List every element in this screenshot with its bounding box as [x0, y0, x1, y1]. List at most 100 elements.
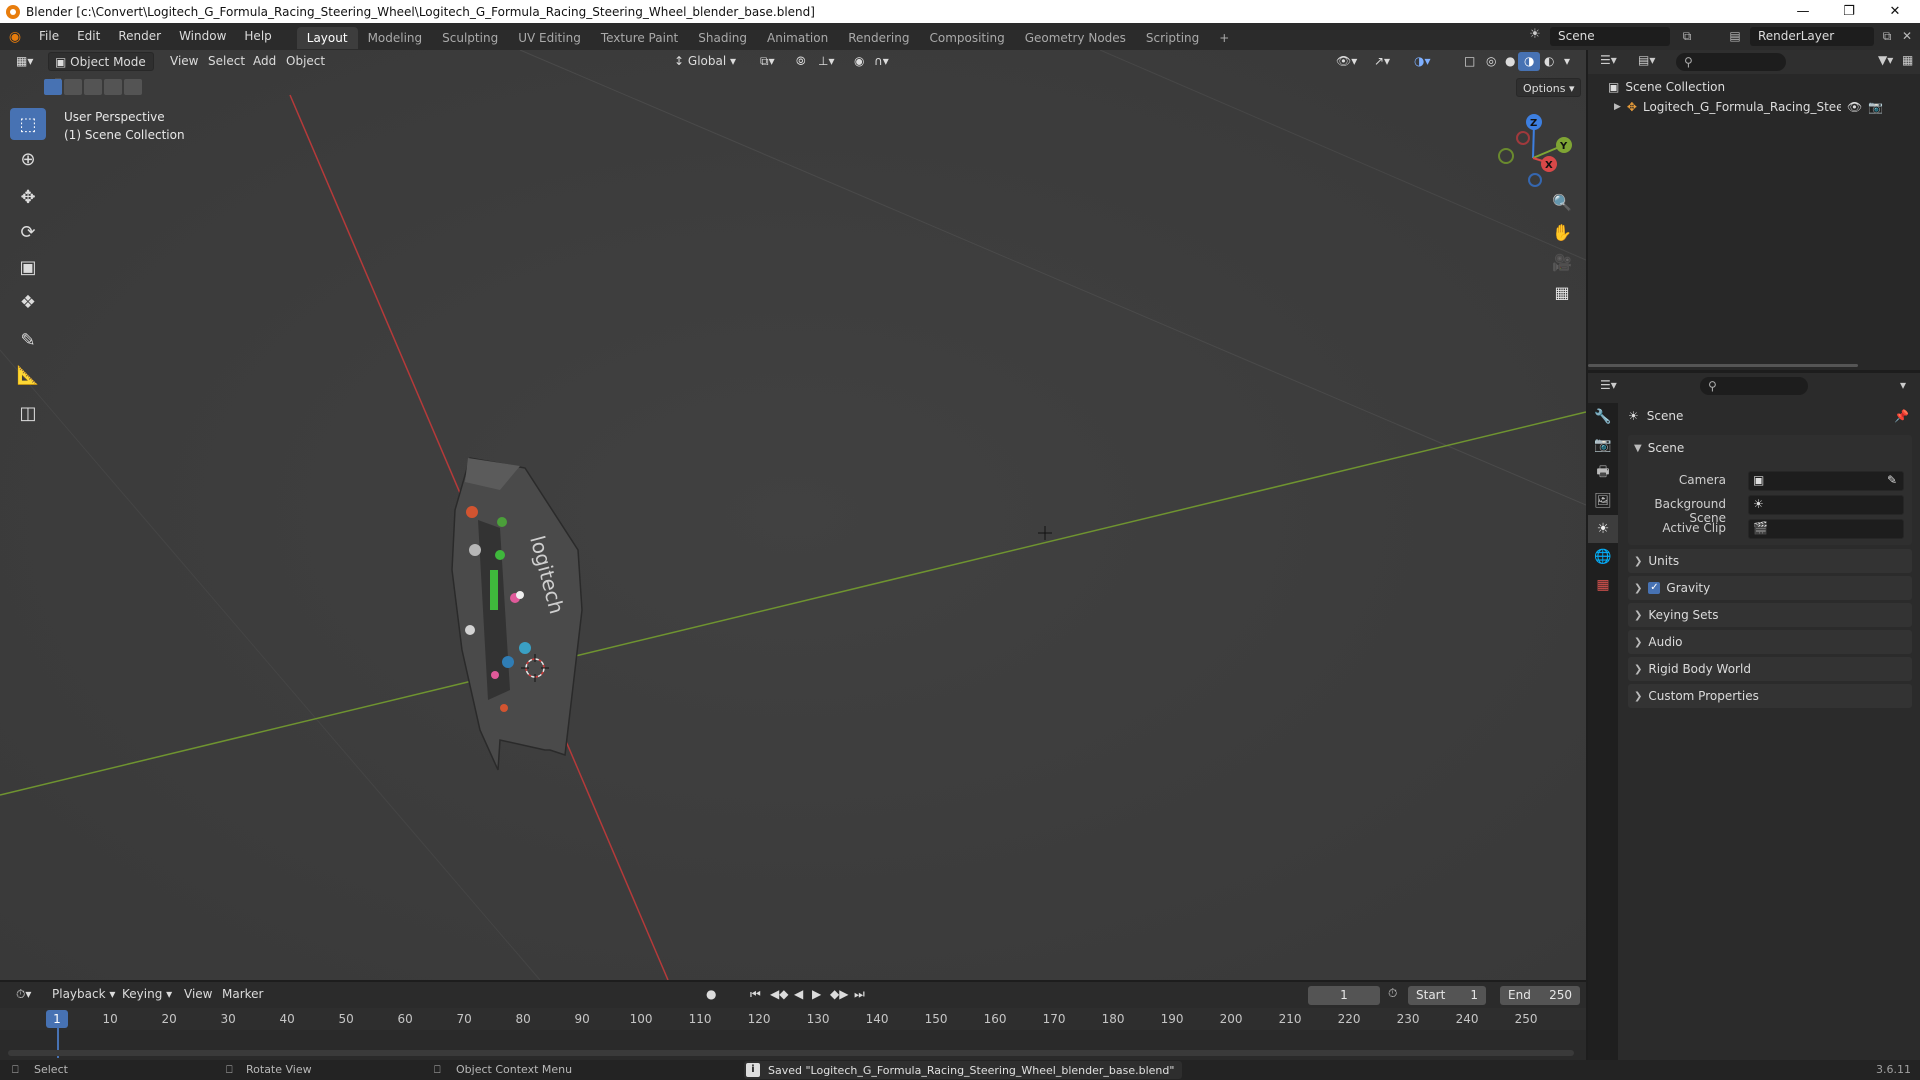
tab-compositing[interactable]: Compositing: [919, 27, 1014, 49]
proportional-falloff-icon[interactable]: ∩▾: [868, 52, 895, 71]
properties-options-icon[interactable]: ▾: [1900, 378, 1906, 392]
tab-animation[interactable]: Animation: [757, 27, 838, 49]
viewport-menu-add[interactable]: Add: [247, 52, 282, 71]
view-layer-icon[interactable]: ▤: [1724, 27, 1746, 46]
select-invert-icon[interactable]: [104, 79, 122, 95]
shading-options-icon[interactable]: ▾: [1558, 52, 1576, 71]
texture-tab-icon[interactable]: ▦: [1588, 571, 1618, 599]
audio-panel-header[interactable]: ❯ Audio: [1628, 630, 1912, 654]
tab-geometry-nodes[interactable]: Geometry Nodes: [1015, 27, 1136, 49]
scale-tool[interactable]: ▣: [10, 251, 46, 283]
menu-window[interactable]: Window: [170, 23, 235, 50]
render-layer-field[interactable]: RenderLayer: [1750, 27, 1874, 46]
new-view-layer-icon[interactable]: ⧉: [1878, 27, 1896, 46]
timeline-menu-playback[interactable]: Playback ▾: [46, 985, 121, 1004]
xray-toggle-icon[interactable]: □: [1458, 52, 1481, 71]
minimize-button[interactable]: —: [1780, 0, 1826, 23]
render-tab-icon[interactable]: 📷: [1588, 431, 1618, 459]
timeline-editor-type-icon[interactable]: ⏱▾: [10, 985, 37, 1004]
select-intersect-icon[interactable]: [124, 79, 142, 95]
transform-tool[interactable]: ❖: [10, 286, 46, 318]
add-workspace-icon[interactable]: +: [1209, 27, 1239, 49]
render-camera-icon[interactable]: 📷: [1868, 100, 1883, 114]
use-preview-range-icon[interactable]: ⏱: [1388, 986, 1397, 1001]
restore-button[interactable]: ❐: [1826, 0, 1872, 23]
gizmo-toggle-icon[interactable]: ↗▾: [1368, 52, 1396, 71]
tab-sculpting[interactable]: Sculpting: [432, 27, 508, 49]
background-scene-field[interactable]: ☀: [1748, 495, 1904, 515]
new-scene-icon[interactable]: ⧉: [1676, 27, 1698, 46]
world-tab-icon[interactable]: 🌐: [1588, 543, 1618, 571]
timeline-scrollbar[interactable]: [8, 1050, 1574, 1056]
timeline-menu-keying[interactable]: Keying ▾: [116, 985, 178, 1004]
tab-scripting[interactable]: Scripting: [1136, 27, 1209, 49]
end-frame-field[interactable]: End 250: [1500, 986, 1580, 1005]
rigid-body-world-panel-header[interactable]: ❯ Rigid Body World: [1628, 657, 1912, 681]
timeline-menu-marker[interactable]: Marker: [216, 985, 269, 1004]
outliner-item[interactable]: ▶ ✥ Logitech_G_Formula_Racing_Steering_V…: [1614, 100, 1914, 114]
timeline-area[interactable]: 10 20 30 40 50 60 70 80 90 100 110 120 130 140 150 160 1…: [0, 1008, 1586, 1060]
pan-view-icon[interactable]: ✋: [1548, 218, 1576, 246]
transform-orientation-dropdown[interactable]: ↕ Global ▾: [668, 52, 746, 71]
keying-sets-panel-header[interactable]: ❯ Keying Sets: [1628, 603, 1912, 627]
3d-viewport[interactable]: logitech Z Y X ▦▾ ▣ Object Mode View Sel…: [0, 50, 1586, 980]
measure-tool[interactable]: 📐: [10, 359, 46, 391]
tab-shading[interactable]: Shading: [688, 27, 757, 49]
select-subtract-icon[interactable]: [84, 79, 102, 95]
current-frame-field[interactable]: 1: [1308, 986, 1380, 1005]
pivot-point-icon[interactable]: ⧉▾: [754, 52, 781, 71]
units-panel-header[interactable]: ❯ Units: [1628, 549, 1912, 573]
snap-target-icon[interactable]: ⊥▾: [812, 52, 840, 71]
remove-view-layer-icon[interactable]: ✕: [1898, 27, 1916, 46]
start-frame-field[interactable]: Start 1: [1408, 986, 1486, 1005]
active-clip-field[interactable]: 🎬: [1748, 519, 1904, 539]
viewport-options-button[interactable]: Options ▾: [1516, 78, 1582, 97]
playhead-frame-indicator[interactable]: 1: [46, 1010, 68, 1028]
menu-file[interactable]: File: [30, 23, 68, 50]
tab-uv-editing[interactable]: UV Editing: [508, 27, 591, 49]
jump-to-end-icon[interactable]: ⏭: [848, 985, 871, 1004]
properties-editor-type-icon[interactable]: ☰▾: [1600, 378, 1617, 392]
outliner-display-mode-icon[interactable]: ▤▾: [1638, 53, 1655, 67]
outliner-editor-type-icon[interactable]: ☰▾: [1600, 53, 1617, 67]
pin-icon[interactable]: 📌: [1894, 409, 1909, 423]
annotate-tool[interactable]: ✎: [10, 324, 46, 356]
snap-toggle-icon[interactable]: ⦾: [790, 52, 812, 71]
visibility-selectability-icon[interactable]: 👁▾: [1330, 52, 1363, 71]
expand-arrow-icon[interactable]: ▶: [1614, 102, 1621, 112]
object-mode-dropdown[interactable]: ▣ Object Mode ▾: [48, 52, 154, 88]
rotate-tool[interactable]: ⟳: [10, 216, 46, 248]
gravity-panel-header[interactable]: ❯ ✓ Gravity: [1628, 576, 1912, 600]
viewport-menu-select[interactable]: Select: [202, 52, 251, 71]
scene-panel-header[interactable]: ▼ Scene: [1628, 435, 1912, 461]
blender-menu-icon[interactable]: ◉: [0, 29, 30, 45]
viewport-menu-object[interactable]: Object: [280, 52, 331, 71]
camera-view-icon[interactable]: 🎥: [1548, 248, 1576, 276]
viewport-menu-view[interactable]: View: [164, 52, 204, 71]
editor-type-icon[interactable]: ▦▾: [10, 52, 42, 71]
select-new-icon[interactable]: [44, 79, 62, 95]
tab-texture-paint[interactable]: Texture Paint: [591, 27, 688, 49]
menu-help[interactable]: Help: [235, 23, 280, 50]
gravity-checkbox[interactable]: ✓: [1648, 582, 1661, 594]
timeline-menu-view[interactable]: View: [178, 985, 218, 1004]
perspective-toggle-icon[interactable]: ▦: [1548, 278, 1576, 306]
outliner-filter-icon[interactable]: ▼▾: [1878, 53, 1893, 67]
new-collection-icon[interactable]: ▦: [1902, 53, 1913, 67]
scene-name-field[interactable]: Scene: [1550, 27, 1670, 46]
cursor-tool[interactable]: ⊕: [10, 143, 46, 175]
outliner-search-input[interactable]: ⚲: [1676, 53, 1786, 71]
menu-edit[interactable]: Edit: [68, 23, 109, 50]
close-window-button[interactable]: ✕: [1872, 0, 1918, 23]
tool-tab-icon[interactable]: 🔧: [1588, 403, 1618, 431]
outliner-scrollbar[interactable]: [1588, 364, 1858, 367]
properties-search-input[interactable]: ⚲: [1700, 377, 1808, 395]
custom-properties-panel-header[interactable]: ❯ Custom Properties: [1628, 684, 1912, 708]
eyedropper-icon[interactable]: ✎: [1887, 473, 1897, 487]
move-tool[interactable]: ✥: [10, 181, 46, 213]
output-tab-icon[interactable]: 🖶: [1588, 459, 1618, 487]
tab-layout[interactable]: Layout: [296, 27, 358, 49]
menu-render[interactable]: Render: [109, 23, 170, 50]
overlays-toggle-icon[interactable]: ◑▾: [1408, 52, 1437, 71]
scene-tab-icon[interactable]: ☀: [1588, 515, 1618, 543]
